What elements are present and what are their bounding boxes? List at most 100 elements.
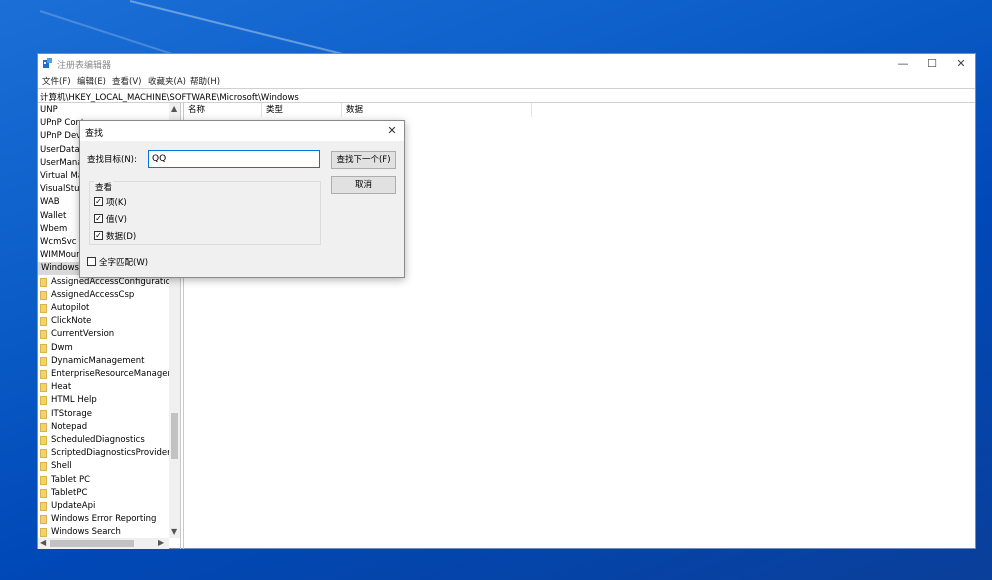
folder-icon [40, 462, 47, 472]
tree-item-label: ScheduledDiagnostics [51, 435, 145, 445]
tree-item-child[interactable]: AssignedAccessCsp [38, 289, 168, 302]
window-title: 注册表编辑器 [57, 61, 112, 71]
find-next-button[interactable]: 查找下一个(F) [331, 151, 396, 169]
tree-item-label: Notepad [51, 421, 88, 432]
menu-favorites[interactable]: 收藏夹(A) [148, 75, 186, 87]
maximize-button[interactable]: ☐ [917, 56, 947, 71]
folder-icon [40, 528, 47, 538]
tree-item[interactable]: UPnP Cont [40, 117, 84, 130]
folder-icon [40, 502, 47, 511]
title-bar[interactable]: 注册表编辑器 — ☐ ✕ [38, 54, 975, 73]
tree-item[interactable]: UserData [40, 144, 80, 157]
checkbox-keys[interactable]: ✓ [94, 197, 103, 206]
tree-item-child[interactable]: Notepad [38, 421, 168, 434]
column-type[interactable]: 类型 [262, 103, 342, 117]
folder-icon [40, 449, 47, 459]
tree-item-child[interactable]: ITStorage [38, 408, 168, 421]
tree-item-label: Autopilot [51, 303, 90, 313]
folder-icon [40, 370, 47, 379]
tree-item-label: ITStorage [51, 408, 92, 419]
find-what-input[interactable] [148, 150, 320, 168]
tree-item-child[interactable]: Shell [38, 460, 168, 473]
checkbox-match-whole[interactable] [87, 257, 96, 266]
scroll-left-icon[interactable]: ◀ [40, 538, 46, 547]
folder-icon [40, 409, 47, 419]
tree-item-selected[interactable]: Windows [38, 262, 82, 276]
scroll-right-icon[interactable]: ▶ [158, 538, 164, 547]
tree-item[interactable]: Wallet [40, 210, 66, 223]
tree-item-label: DynamicManagement [51, 355, 145, 366]
tree-item-child[interactable]: CurrentVersion [38, 328, 168, 341]
tree-item[interactable]: UserMana [40, 157, 83, 170]
close-button[interactable]: ✕ [946, 56, 976, 71]
tree-item-label: EnterpriseResourceManager [51, 369, 171, 379]
cancel-button[interactable]: 取消 [331, 176, 396, 194]
close-icon: ✕ [956, 57, 966, 70]
tree-item-child[interactable]: Windows Error Reporting [38, 513, 168, 526]
scrollbar-thumb[interactable] [171, 413, 178, 459]
tree-item-label: Windows Error Reporting [51, 514, 157, 525]
look-at-group: 查看 ✓ 项(K) ✓ 值(V) ✓ 数据(D) [89, 181, 321, 245]
folder-icon [40, 515, 47, 525]
tree-item-child[interactable]: TabletPC [38, 487, 168, 500]
dialog-title-bar[interactable]: 查找 ✕ [80, 121, 404, 141]
dialog-title: 查找 [85, 129, 104, 139]
tree-item-child[interactable]: Dwm [38, 342, 168, 355]
folder-icon [40, 356, 47, 366]
menu-edit[interactable]: 编辑(E) [77, 75, 106, 87]
folder-icon [40, 383, 47, 393]
regedit-app-icon [43, 58, 52, 68]
tree-item[interactable]: UNP [40, 104, 58, 117]
tree-item-label: ScriptedDiagnosticsProvider [51, 448, 171, 459]
tree-item-label: HTML Help [51, 395, 97, 406]
tree-item-label: UpdateApi [51, 501, 96, 511]
folder-icon [40, 475, 47, 485]
tree-horizontal-scrollbar[interactable]: ◀ ▶ [38, 538, 169, 549]
tree-item[interactable]: WIMMour [40, 249, 80, 262]
tree-item-child[interactable]: ScheduledDiagnostics [38, 434, 168, 447]
tree-item-child[interactable]: DynamicManagement [38, 355, 168, 368]
menu-view[interactable]: 查看(V) [112, 75, 141, 87]
tree-item-label: Tablet PC [51, 474, 91, 485]
tree-item-child[interactable]: HTML Help [38, 394, 168, 407]
folder-icon [40, 290, 47, 300]
tree-item-label: TabletPC [51, 487, 88, 498]
tree-item[interactable]: WAB [40, 196, 60, 209]
dialog-close-button[interactable]: ✕ [384, 123, 400, 139]
find-dialog: 查找 ✕ 查找目标(N): 查找下一个(F) 取消 查看 ✓ 项(K) ✓ 值(… [79, 120, 405, 278]
tree-item[interactable]: Wbem [40, 223, 67, 236]
find-what-label: 查找目标(N): [87, 155, 137, 165]
tree-item-child[interactable]: ScriptedDiagnosticsProvider [38, 447, 171, 460]
tree-item-label: AssignedAccessCsp [51, 289, 135, 300]
desktop-background: 注册表编辑器 — ☐ ✕ 文件(F) 编辑(E) 查看(V) 收藏夹(A) 帮助… [0, 0, 992, 580]
tree-item[interactable]: UPnP Devi [40, 130, 84, 143]
address-path: 计算机\HKEY_LOCAL_MACHINE\SOFTWARE\Microsof… [40, 93, 299, 103]
tree-item-child[interactable]: Heat [38, 381, 168, 394]
scroll-down-icon[interactable]: ▼ [171, 527, 177, 536]
folder-icon [40, 396, 47, 406]
tree-item-label: ClickNote [51, 316, 92, 327]
scrollbar-thumb[interactable] [50, 540, 134, 547]
tree-item-child[interactable]: Tablet PC [38, 474, 168, 487]
address-bar[interactable]: 计算机\HKEY_LOCAL_MACHINE\SOFTWARE\Microsof… [38, 88, 975, 103]
tree-item-child[interactable]: EnterpriseResourceManager [38, 368, 171, 381]
tree-item-child[interactable]: UpdateApi [38, 500, 168, 513]
folder-icon [40, 343, 47, 353]
column-data[interactable]: 数据 [342, 103, 532, 117]
checkbox-values[interactable]: ✓ [94, 214, 103, 223]
tree-item-child[interactable]: ClickNote [38, 315, 168, 328]
column-name[interactable]: 名称 [184, 103, 262, 117]
scroll-up-icon[interactable]: ▲ [171, 104, 177, 113]
option-match-whole-label: 全字匹配(W) [99, 258, 149, 268]
folder-icon [40, 317, 47, 327]
minimize-button[interactable]: — [888, 56, 918, 71]
tree-item-child[interactable]: Autopilot [38, 302, 168, 315]
tree-item-label: Dwm [51, 342, 73, 353]
checkbox-data[interactable]: ✓ [94, 231, 103, 240]
tree-item[interactable]: Virtual Ma [40, 170, 83, 183]
menu-file[interactable]: 文件(F) [42, 75, 71, 87]
look-at-label: 查看 [94, 181, 114, 193]
tree-item[interactable]: WcmSvc [40, 236, 76, 249]
menu-help[interactable]: 帮助(H) [190, 75, 220, 87]
option-values-label: 值(V) [106, 215, 127, 225]
